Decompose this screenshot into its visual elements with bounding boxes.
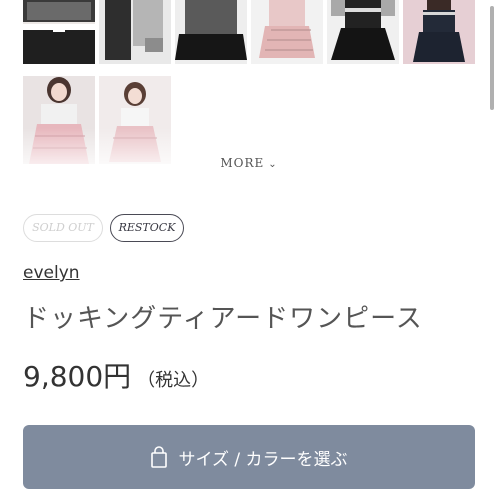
price-block: 9,800円 （税込） <box>23 355 209 395</box>
brand-link[interactable]: evelyn <box>23 263 80 283</box>
product-thumbnail[interactable] <box>403 0 475 64</box>
product-thumbnail[interactable] <box>327 0 399 64</box>
more-label: MORE <box>220 156 265 170</box>
restock-badge: RESTOCK <box>110 214 184 242</box>
select-size-color-button[interactable]: サイズ / カラーを選ぶ <box>23 425 475 489</box>
product-thumbnail[interactable] <box>251 0 323 64</box>
product-thumbnail[interactable] <box>23 0 95 64</box>
product-thumbnail[interactable] <box>175 0 247 64</box>
more-button[interactable]: MORE ⌄ <box>0 156 498 170</box>
tax-note: （税込） <box>137 370 210 391</box>
shopping-bag-icon <box>151 446 168 468</box>
sold-out-badge: SOLD OUT <box>23 214 103 242</box>
product-thumbnail[interactable] <box>99 0 171 64</box>
select-button-label: サイズ / カラーを選ぶ <box>178 449 348 470</box>
chevron-down-icon: ⌄ <box>268 159 278 170</box>
price-value: 9,800円 <box>23 360 132 393</box>
product-title: ドッキングティアードワンピース <box>23 304 423 334</box>
scrollbar[interactable] <box>490 6 494 110</box>
